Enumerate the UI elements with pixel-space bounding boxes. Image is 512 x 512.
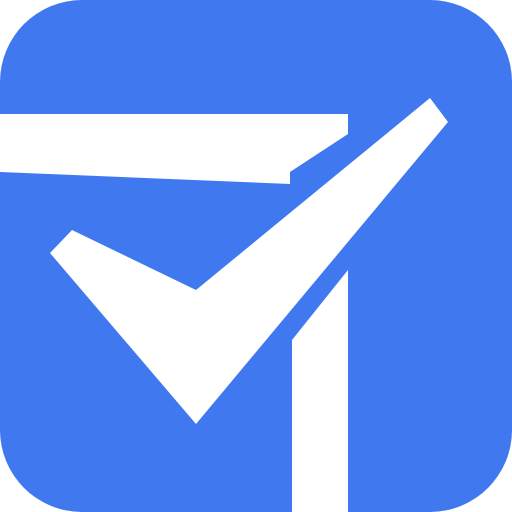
app-icon	[0, 0, 512, 512]
checkbox-check-icon	[0, 0, 512, 512]
